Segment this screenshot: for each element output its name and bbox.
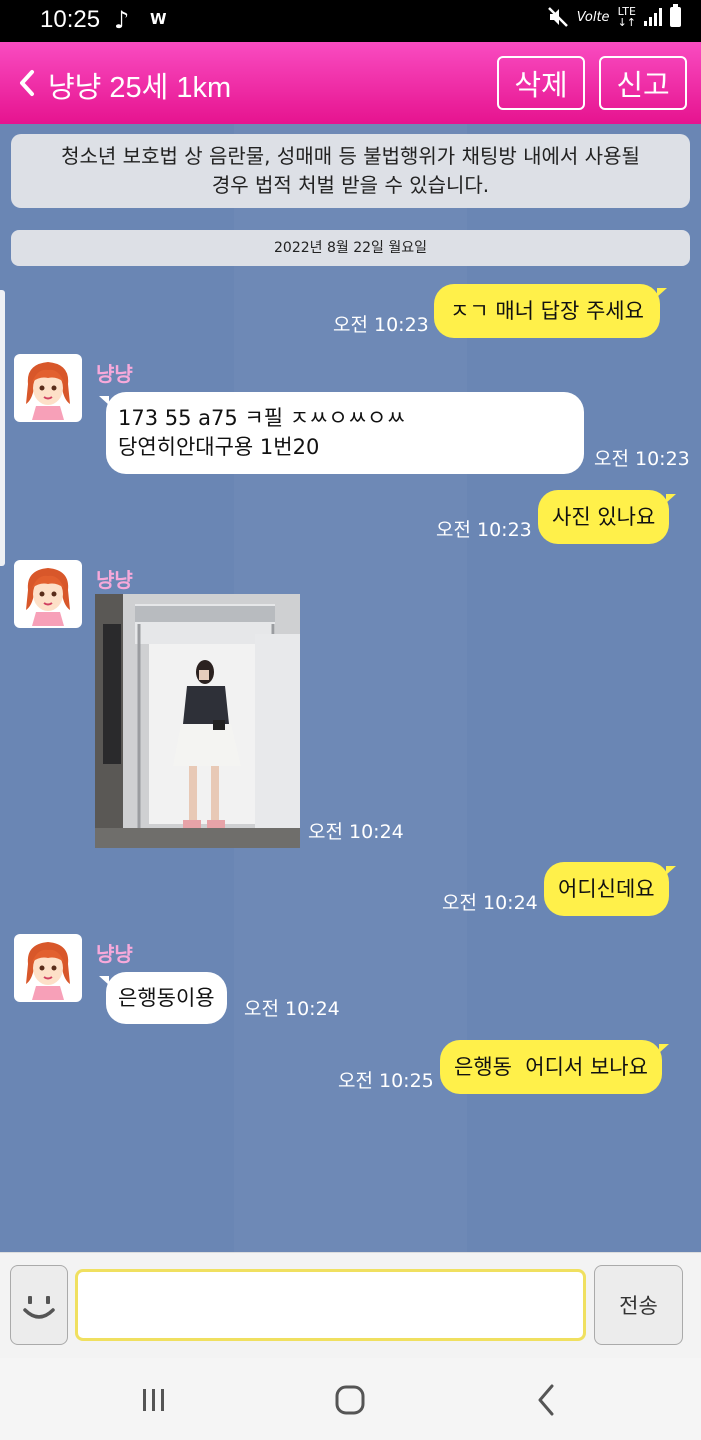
their-message-bubble[interactable]: 173 55 a75 ㅋ필 ㅈㅆㅇㅆㅇㅆ 당연히안대구용 1번20 <box>99 392 584 474</box>
my-message-bubble[interactable]: 은행동 어디서 보나요 <box>440 1040 669 1094</box>
message-time: 오전 10:24 <box>308 821 404 843</box>
signal-icon <box>644 8 662 26</box>
message-input-bar: 전송 <box>0 1252 701 1358</box>
message-input[interactable] <box>75 1269 586 1341</box>
smiley-icon <box>23 1296 55 1319</box>
report-button[interactable]: 신고 <box>599 56 687 110</box>
sender-name: 냥냥 <box>96 568 133 592</box>
recent-apps-icon[interactable] <box>132 1378 176 1422</box>
chat-title: 냥냥 25세 1km <box>48 72 232 104</box>
scroll-indicator[interactable] <box>0 290 5 566</box>
emoji-button[interactable] <box>10 1265 68 1345</box>
message-line: 당연히안대구용 1번20 <box>118 435 320 459</box>
message-line: 173 55 a75 ㅋ필 ㅈㅆㅇㅆㅇㅆ <box>118 406 406 430</box>
avatar[interactable] <box>14 934 82 1002</box>
chat-area[interactable]: 청소년 보호법 상 음란물, 성매매 등 불법행위가 채팅방 내에서 사용될 경… <box>0 124 701 1252</box>
my-message-bubble[interactable]: 사진 있나요 <box>538 490 677 544</box>
message-time: 오전 10:23 <box>333 314 429 336</box>
legal-notice-line: 경우 법적 처벌 받을 수 있습니다. <box>211 173 490 197</box>
legal-notice: 청소년 보호법 상 음란물, 성매매 등 불법행위가 채팅방 내에서 사용될 경… <box>11 134 690 208</box>
avatar-girl-icon <box>26 362 70 420</box>
my-message-bubble[interactable]: 어디신데요 <box>544 862 676 916</box>
back-arrow-icon[interactable] <box>16 66 44 100</box>
my-message-bubble[interactable]: ㅈㄱ 매너 답장 주세요 <box>434 284 667 338</box>
mute-icon <box>547 6 569 28</box>
status-bar: 10:25 ♪ W Volte LTE ↓↑ <box>0 0 701 42</box>
avatar-girl-icon <box>26 568 70 626</box>
chat-header: 냥냥 25세 1km 삭제 신고 <box>0 42 701 124</box>
message-time: 오전 10:23 <box>594 448 690 470</box>
message-time: 오전 10:25 <box>338 1070 434 1092</box>
status-icons: Volte LTE ↓↑ <box>547 4 681 29</box>
send-button[interactable]: 전송 <box>594 1265 683 1345</box>
sender-name: 냥냥 <box>96 362 133 386</box>
their-message-bubble[interactable]: 은행동이용 <box>99 972 227 1024</box>
avatar-girl-icon <box>26 942 70 1000</box>
tiktok-icon: ♪ <box>114 6 130 34</box>
status-time: 10:25 <box>40 6 101 33</box>
message-time: 오전 10:23 <box>436 519 532 541</box>
date-divider: 2022년 8월 22일 월요일 <box>11 230 690 266</box>
lte-label: LTE <box>617 5 636 18</box>
home-icon[interactable] <box>328 1378 372 1422</box>
lte-icon: LTE ↓↑ <box>617 5 636 29</box>
avatar[interactable] <box>14 354 82 422</box>
message-time: 오전 10:24 <box>442 892 538 914</box>
volte-icon: Volte <box>576 9 610 25</box>
avatar[interactable] <box>14 560 82 628</box>
legal-notice-line: 청소년 보호법 상 음란물, 성매매 등 불법행위가 채팅방 내에서 사용될 <box>61 144 640 168</box>
message-time: 오전 10:24 <box>244 998 340 1020</box>
back-icon[interactable] <box>524 1378 568 1422</box>
system-nav-bar <box>0 1358 701 1440</box>
delete-button[interactable]: 삭제 <box>497 56 585 110</box>
photo-message[interactable] <box>95 594 300 848</box>
sender-name: 냥냥 <box>96 942 133 966</box>
mirror-selfie-photo <box>95 594 300 848</box>
battery-icon <box>670 4 681 27</box>
app-notification-icon: W <box>150 10 166 28</box>
